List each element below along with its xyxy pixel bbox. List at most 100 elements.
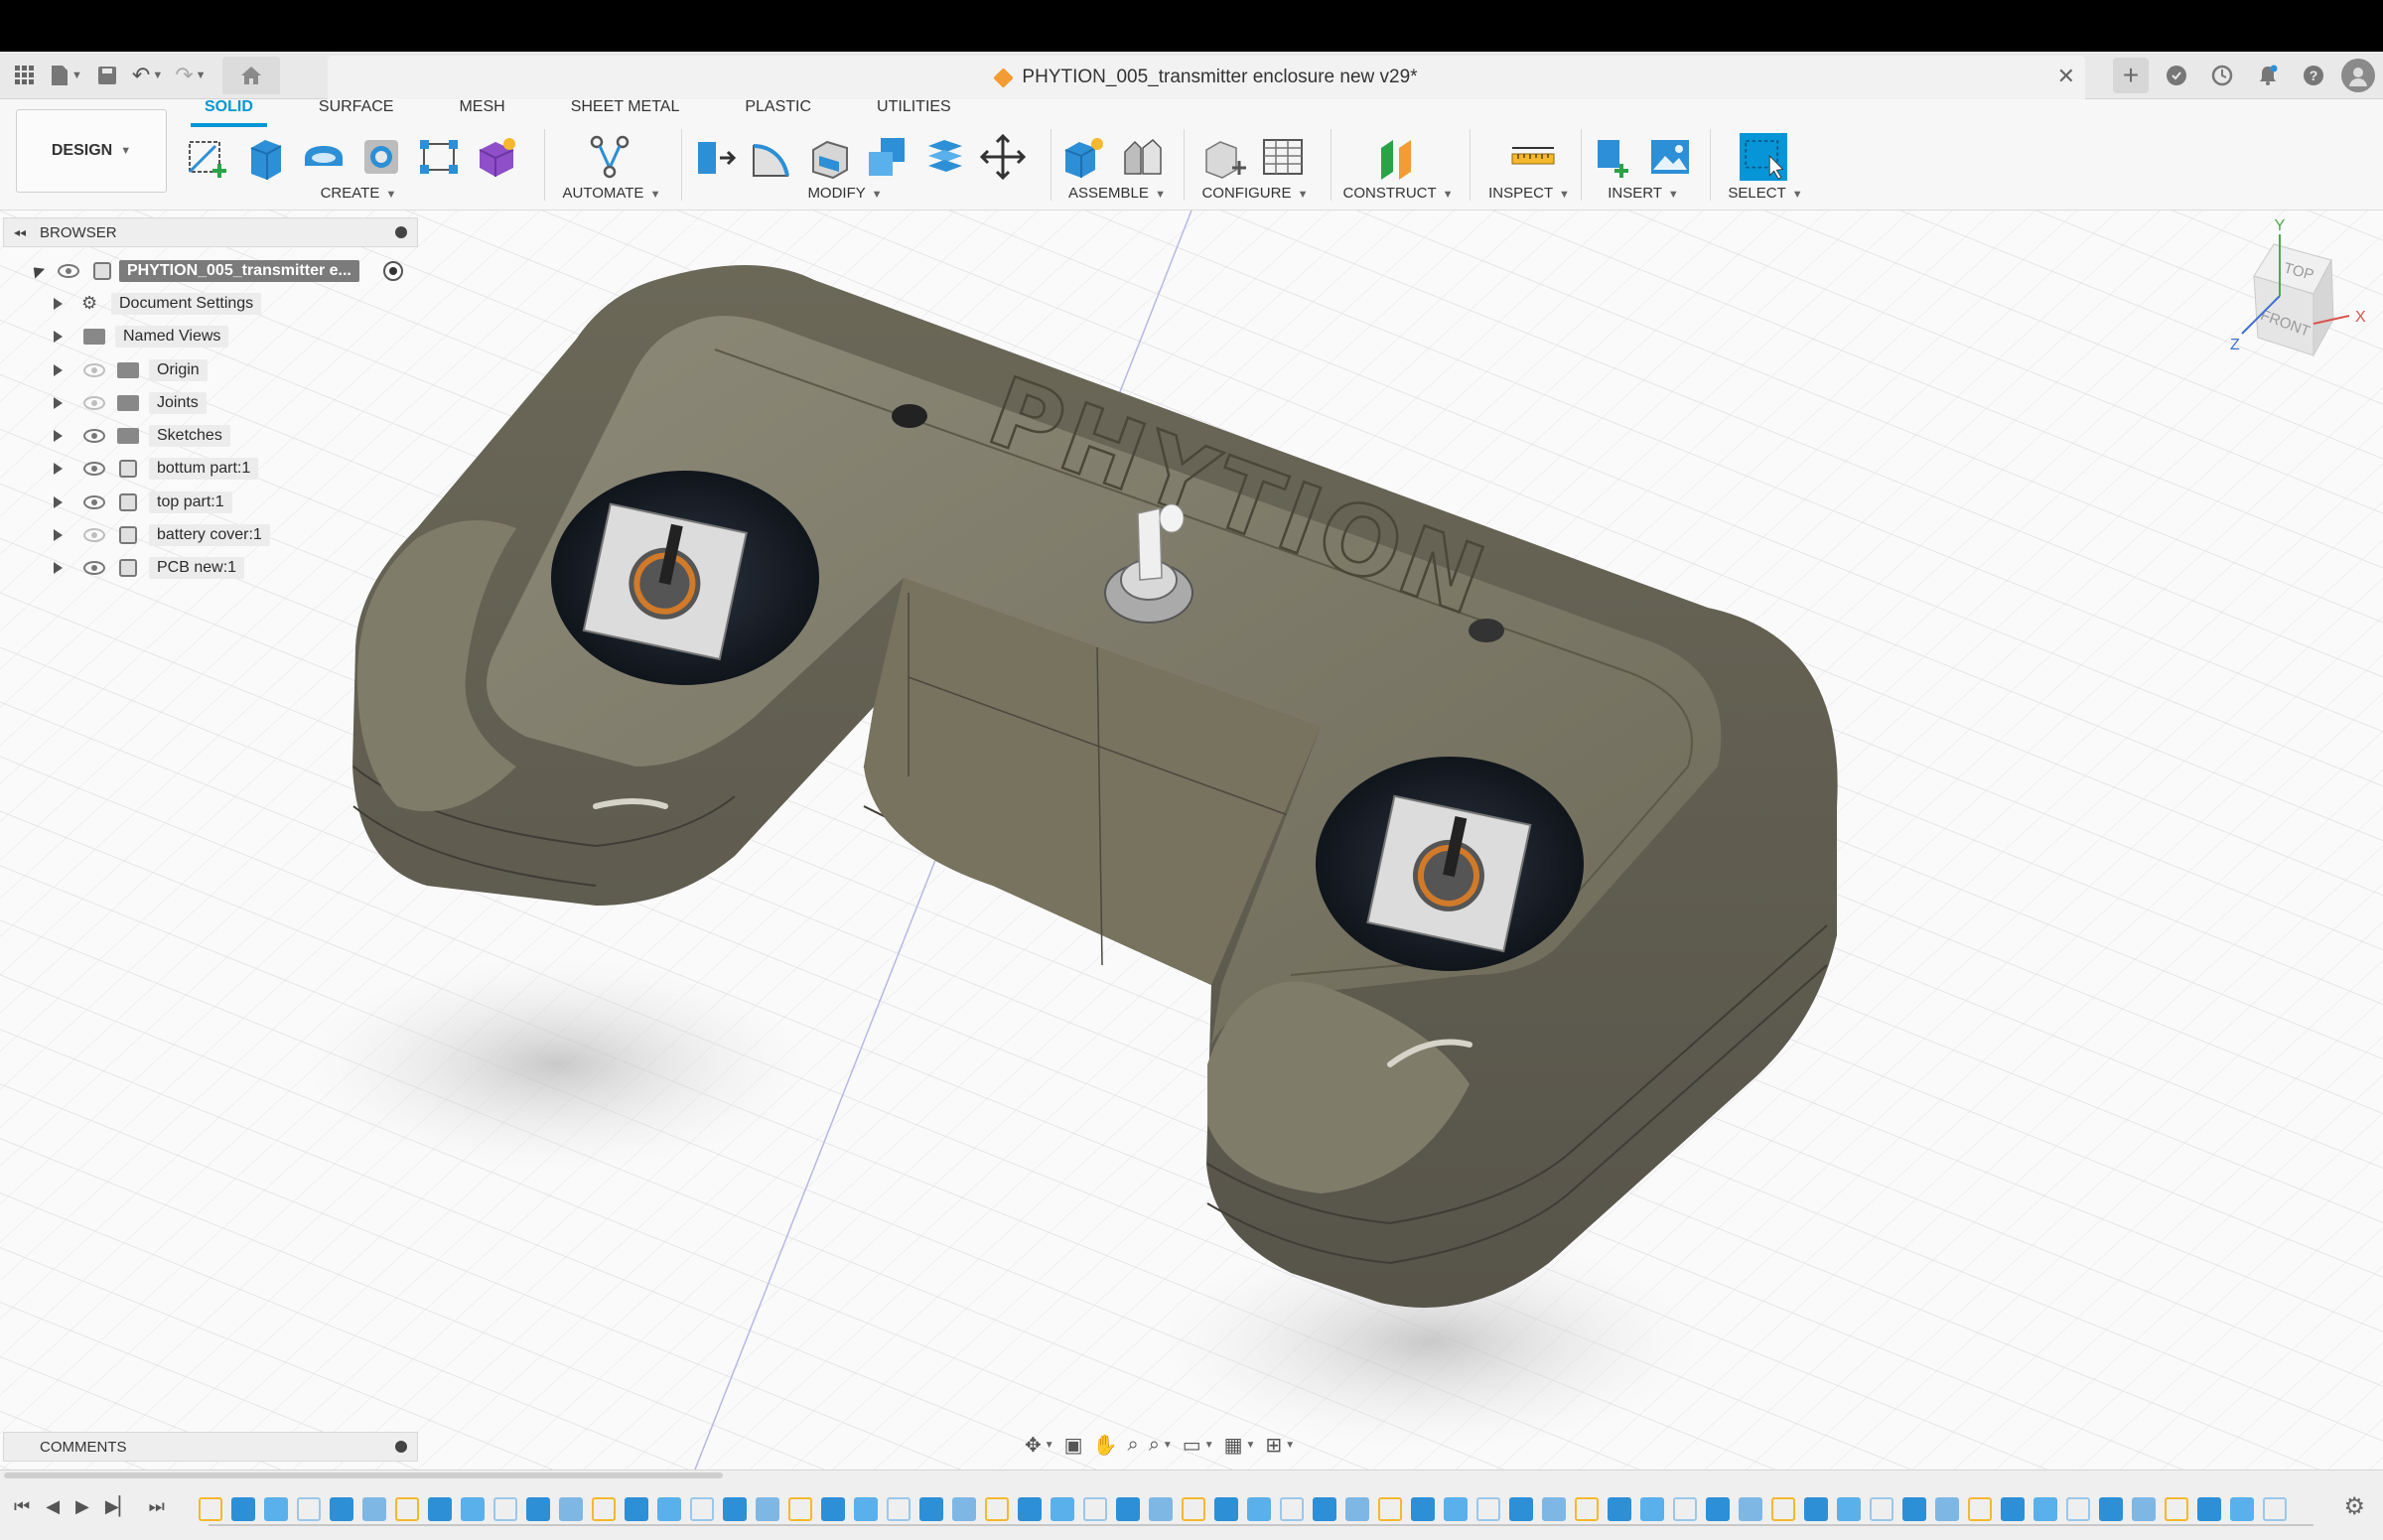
timeline-feature-icon[interactable]	[1935, 1497, 1959, 1521]
collapse-panel-icon[interactable]: ◂◂	[14, 225, 26, 239]
timeline-feature-icon[interactable]	[1968, 1497, 1992, 1521]
tree-item-label[interactable]: Joints	[149, 391, 207, 414]
insert-derive-icon[interactable]	[1589, 133, 1636, 181]
timeline-settings-gear-icon[interactable]: ⚙	[2343, 1492, 2365, 1521]
grid-settings-icon[interactable]: ▦ ▼	[1224, 1433, 1256, 1458]
job-status-icon[interactable]	[2204, 58, 2240, 93]
look-at-icon[interactable]: ▣	[1064, 1433, 1083, 1458]
timeline-feature-icon[interactable]	[1837, 1497, 1861, 1521]
expand-triangle-icon[interactable]	[54, 396, 63, 409]
timeline-track[interactable]	[199, 1492, 2313, 1526]
comments-panel-header[interactable]: COMMENTS	[3, 1432, 418, 1462]
configure-label[interactable]: CONFIGURE	[1201, 185, 1291, 202]
collapse-triangle-icon[interactable]	[28, 262, 46, 279]
timeline-feature-icon[interactable]	[1018, 1497, 1042, 1521]
pan-hand-icon[interactable]: ✋	[1093, 1433, 1118, 1458]
create-label[interactable]: CREATE	[321, 185, 380, 202]
tab-utilities[interactable]: UTILITIES	[863, 99, 965, 127]
configuration-table-icon[interactable]	[1259, 133, 1307, 181]
inspect-label[interactable]: INSPECT	[1488, 185, 1553, 202]
timeline-feature-icon[interactable]	[1706, 1497, 1730, 1521]
step-back-icon[interactable]: ◀	[46, 1496, 60, 1517]
visibility-eye-icon[interactable]	[83, 561, 105, 576]
timeline-feature-icon[interactable]	[2132, 1497, 2156, 1521]
combine-icon[interactable]	[864, 133, 911, 181]
timeline-feature-icon[interactable]	[1083, 1497, 1107, 1521]
tree-item-bottum-part[interactable]: bottum part:1	[28, 453, 445, 486]
timeline-feature-icon[interactable]	[231, 1497, 255, 1521]
expand-triangle-icon[interactable]	[54, 331, 63, 344]
workspace-switcher[interactable]: DESIGN ▼	[16, 109, 167, 193]
tree-item-joints[interactable]: Joints	[28, 386, 445, 419]
apps-grid-icon[interactable]	[8, 59, 42, 92]
timeline-feature-icon[interactable]	[821, 1497, 845, 1521]
timeline-feature-icon[interactable]	[690, 1497, 714, 1521]
timeline-feature-icon[interactable]	[625, 1497, 648, 1521]
extensions-icon[interactable]	[2159, 58, 2194, 93]
tab-sheet-metal[interactable]: SHEET METAL	[557, 99, 694, 127]
timeline-feature-icon[interactable]	[493, 1497, 517, 1521]
viewports-icon[interactable]: ⊞ ▼	[1265, 1433, 1295, 1458]
timeline-feature-icon[interactable]	[1411, 1497, 1435, 1521]
timeline-feature-icon[interactable]	[1149, 1497, 1173, 1521]
tree-item-label[interactable]: Named Views	[115, 326, 229, 349]
tree-item-top-part[interactable]: top part:1	[28, 486, 445, 518]
notifications-icon[interactable]	[2250, 58, 2286, 93]
timeline-feature-icon[interactable]	[985, 1497, 1009, 1521]
tab-plastic[interactable]: PLASTIC	[731, 99, 825, 127]
pattern-icon[interactable]	[415, 133, 463, 181]
joint-icon[interactable]	[1118, 133, 1166, 181]
zoom-window-icon[interactable]: ⌕ ▼	[1149, 1434, 1173, 1457]
expand-triangle-icon[interactable]	[54, 297, 63, 310]
tree-item-origin[interactable]: Origin	[28, 353, 445, 386]
new-component-icon[interactable]	[1060, 133, 1108, 181]
expand-triangle-icon[interactable]	[54, 463, 63, 476]
expand-triangle-icon[interactable]	[54, 363, 63, 376]
construct-label[interactable]: CONSTRUCT	[1343, 185, 1437, 202]
tree-root[interactable]: PHYTION_005_transmitter e...	[28, 254, 445, 287]
redo-icon[interactable]: ↷ ▼	[171, 59, 210, 92]
offset-face-icon[interactable]	[921, 133, 969, 181]
timeline-feature-icon[interactable]	[1313, 1497, 1336, 1521]
timeline-feature-icon[interactable]	[1280, 1497, 1304, 1521]
save-icon[interactable]	[90, 59, 124, 92]
automate-icon[interactable]	[586, 133, 633, 181]
timeline-feature-icon[interactable]	[395, 1497, 419, 1521]
timeline-feature-icon[interactable]	[2099, 1497, 2123, 1521]
timeline-feature-icon[interactable]	[1870, 1497, 1893, 1521]
timeline-feature-icon[interactable]	[1378, 1497, 1402, 1521]
hidden-eye-icon[interactable]	[83, 528, 105, 543]
timeline-scrollbar[interactable]	[4, 1472, 723, 1478]
timeline-feature-icon[interactable]	[1739, 1497, 1762, 1521]
tree-item-named-views[interactable]: Named Views	[28, 321, 445, 353]
tree-item-label[interactable]: battery cover:1	[149, 524, 270, 547]
tab-surface[interactable]: SURFACE	[305, 99, 408, 127]
tree-item-pcb[interactable]: PCB new:1	[28, 552, 445, 585]
timeline-feature-icon[interactable]	[952, 1497, 976, 1521]
add-comment-icon[interactable]	[395, 1441, 407, 1453]
timeline-feature-icon[interactable]	[2197, 1497, 2221, 1521]
play-icon[interactable]: ▶	[75, 1496, 89, 1517]
timeline-feature-icon[interactable]	[592, 1497, 616, 1521]
step-forward-icon[interactable]: ▶▏	[105, 1496, 133, 1517]
timeline-feature-icon[interactable]	[657, 1497, 681, 1521]
sweep-icon[interactable]	[357, 133, 405, 181]
timeline-feature-icon[interactable]	[264, 1497, 288, 1521]
select-icon[interactable]	[1740, 133, 1787, 181]
timeline-feature-icon[interactable]	[2066, 1497, 2090, 1521]
tree-item-label[interactable]: Document Settings	[111, 292, 262, 315]
timeline-feature-icon[interactable]	[1542, 1497, 1566, 1521]
expand-triangle-icon[interactable]	[54, 562, 63, 575]
zoom-icon[interactable]: ⌕	[1127, 1434, 1138, 1457]
timeline-feature-icon[interactable]	[756, 1497, 779, 1521]
activate-radio-icon[interactable]	[383, 260, 403, 281]
press-pull-icon[interactable]	[691, 133, 739, 181]
timeline-feature-icon[interactable]	[362, 1497, 386, 1521]
timeline-feature-icon[interactable]	[1575, 1497, 1599, 1521]
tree-item-label[interactable]: Sketches	[149, 425, 230, 448]
file-icon[interactable]: ▼	[46, 59, 86, 92]
tree-item-label[interactable]: PCB new:1	[149, 557, 245, 580]
timeline-feature-icon[interactable]	[1214, 1497, 1238, 1521]
timeline-feature-icon[interactable]	[1247, 1497, 1271, 1521]
create-sketch-icon[interactable]	[185, 133, 232, 181]
